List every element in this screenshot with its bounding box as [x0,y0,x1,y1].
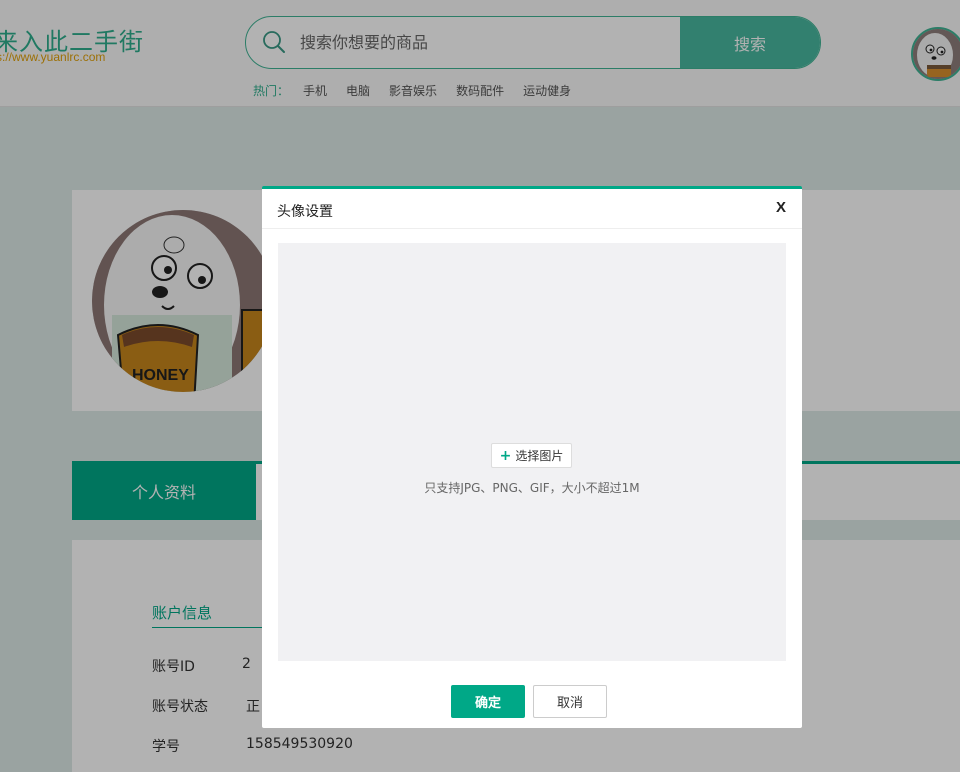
plus-icon: + [499,447,512,464]
upload-hint: 只支持JPG、PNG、GIF，大小不超过1M [424,481,640,495]
confirm-button[interactable]: 确定 [451,685,525,718]
close-icon[interactable]: X [776,199,786,216]
modal-header: 头像设置 X [262,189,802,229]
cancel-button[interactable]: 取消 [533,685,607,718]
modal-title: 头像设置 [277,204,333,220]
choose-image-button[interactable]: + 选择图片 [491,443,572,468]
choose-image-label: 选择图片 [515,449,564,463]
avatar-settings-modal: 头像设置 X + 选择图片 只支持JPG、PNG、GIF，大小不超过1M 确定 … [262,186,802,728]
upload-area[interactable]: + 选择图片 只支持JPG、PNG、GIF，大小不超过1M [278,243,786,661]
